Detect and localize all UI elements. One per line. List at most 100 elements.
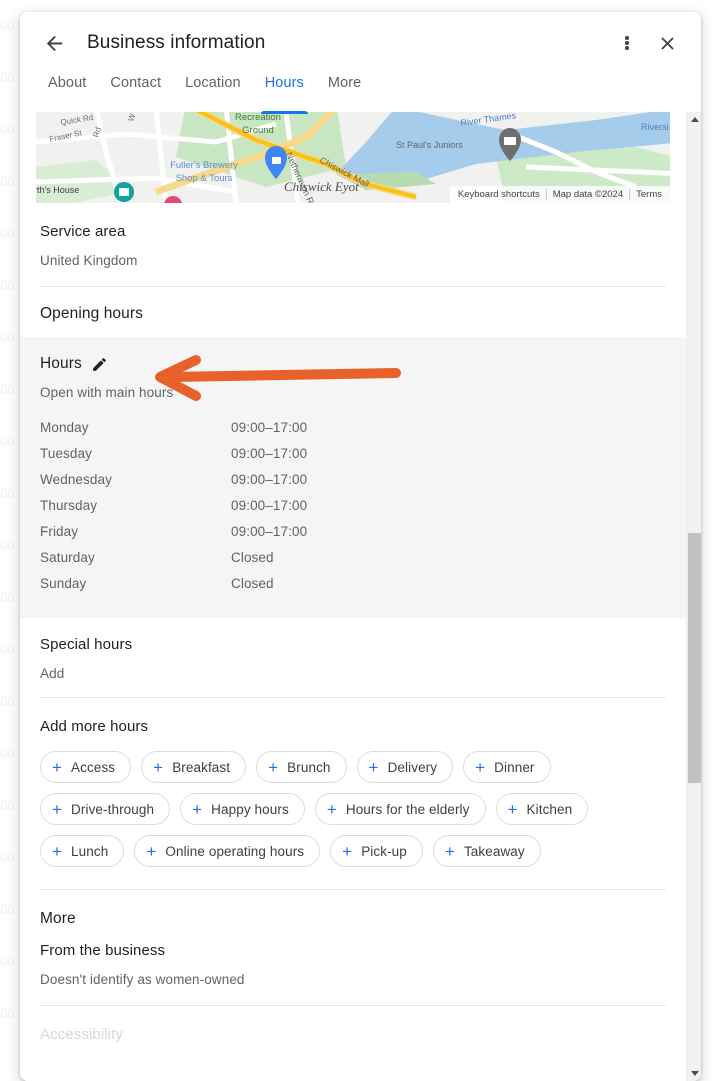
scroll-up-button[interactable]: [687, 112, 701, 127]
opening-hours-heading: Opening hours: [40, 305, 143, 322]
chip-takeaway[interactable]: + Takeaway: [432, 835, 541, 867]
plus-icon: +: [326, 799, 337, 819]
tab-more-label: More: [327, 75, 362, 91]
hours-day: Sunday: [40, 575, 87, 591]
tab-location[interactable]: Location: [173, 74, 253, 112]
back-button[interactable]: [34, 23, 74, 63]
hours-value: 09:00–17:00: [231, 445, 308, 461]
svg-text:Shop & Tours: Shop & Tours: [176, 173, 233, 184]
plus-icon: +: [342, 841, 353, 861]
next-section-clipped: Accessibility: [20, 1006, 686, 1053]
plus-icon: +: [368, 757, 379, 777]
table-row: Sunday Closed: [40, 570, 666, 596]
chip-label: Online operating hours: [165, 843, 305, 859]
chip-kitchen[interactable]: + Kitchen: [495, 793, 589, 825]
dialog-header: Business information: [20, 12, 701, 74]
chip-label: Delivery: [387, 759, 438, 775]
special-hours-section[interactable]: Special hours Add: [20, 618, 686, 697]
chip-dinner[interactable]: + Dinner: [463, 751, 551, 783]
chip-label: Hours for the elderly: [345, 801, 470, 817]
table-row: Saturday Closed: [40, 544, 666, 570]
hours-day: Wednesday: [40, 471, 112, 487]
chip-hours-for-the-elderly[interactable]: + Hours for the elderly: [314, 793, 486, 825]
hours-status: Open with main hours: [40, 385, 174, 400]
table-row: Wednesday 09:00–17:00: [40, 466, 666, 492]
hours-day: Saturday: [40, 549, 95, 565]
add-more-hours-chip-list: + Access + Breakfast + Brunch + Delivery + Di…: [40, 751, 666, 867]
tab-contact[interactable]: Contact: [98, 74, 173, 112]
svg-text:Ground: Ground: [242, 125, 274, 136]
plus-icon: +: [52, 799, 63, 819]
chip-drive-through[interactable]: + Drive-through: [40, 793, 171, 825]
background-page-ghost: 00 00 00 00 00 00 00 00 00 00 00 00 00 00 00 00 00 00 00 00: [0, 18, 15, 1021]
service-area-value: United Kingdom: [40, 253, 138, 268]
hours-value: 09:00–17:00: [231, 497, 308, 513]
location-map[interactable]: Quick Rd Fraser St Rd W Recreation Groun…: [36, 112, 670, 203]
opening-hours-section-header: Opening hours: [20, 287, 686, 337]
table-row: Thursday 09:00–17:00: [40, 492, 666, 518]
add-more-hours-section: Add more hours + Access + Breakfast + Brunc…: [20, 698, 686, 889]
hours-day: Monday: [40, 419, 89, 435]
plus-icon: +: [475, 757, 486, 777]
chip-access[interactable]: + Access: [40, 751, 132, 783]
chip-pick-up[interactable]: + Pick-up: [330, 835, 423, 867]
chip-online-operating-hours[interactable]: + Online operating hours: [134, 835, 321, 867]
vertical-scrollbar[interactable]: [686, 112, 701, 1081]
chip-lunch[interactable]: + Lunch: [40, 835, 125, 867]
svg-text:rth's House: rth's House: [36, 185, 79, 195]
hours-label: Hours: [40, 355, 82, 372]
pencil-icon[interactable]: [91, 356, 108, 373]
chip-happy-hours[interactable]: + Happy hours: [180, 793, 305, 825]
svg-text:St Paul's Juniors: St Paul's Juniors: [396, 140, 463, 150]
hours-day: Friday: [40, 523, 79, 539]
hours-title-row: Hours: [40, 355, 666, 373]
clipped-heading: Accessibility: [40, 1026, 123, 1043]
more-section-header: More: [20, 890, 686, 942]
table-row: Monday 09:00–17:00: [40, 414, 666, 440]
map-data-credit: Map data ©2024: [552, 189, 624, 200]
close-button[interactable]: [647, 23, 687, 63]
more-vert-icon: [625, 35, 629, 52]
chip-label: Drive-through: [71, 801, 155, 817]
map-marker-museum: [114, 182, 134, 202]
plus-icon: +: [52, 757, 63, 777]
plus-icon: +: [192, 799, 203, 819]
scroll-down-button[interactable]: [687, 1066, 701, 1081]
add-more-hours-label: Add more hours: [40, 718, 149, 735]
chip-label: Pick-up: [361, 843, 407, 859]
tab-hours[interactable]: Hours: [253, 74, 316, 114]
special-hours-add-link[interactable]: Add: [40, 666, 666, 681]
special-hours-label: Special hours: [40, 636, 133, 653]
chip-label: Breakfast: [172, 759, 231, 775]
map-attribution: Keyboard shortcuts Map data ©2024 Terms: [449, 186, 670, 203]
hours-value: 09:00–17:00: [231, 471, 308, 487]
chip-label: Kitchen: [526, 801, 573, 817]
chip-delivery[interactable]: + Delivery: [356, 751, 454, 783]
tab-bar: About Contact Location Hours More: [20, 74, 701, 114]
map-terms-link[interactable]: Terms: [630, 189, 668, 200]
chip-label: Takeaway: [463, 843, 525, 859]
map-keyboard-shortcuts[interactable]: Keyboard shortcuts: [452, 189, 546, 200]
from-the-business-section[interactable]: From the business Doesn't identify as wo…: [20, 942, 686, 1005]
plus-icon: +: [444, 841, 455, 861]
tab-about-label: About: [48, 75, 87, 91]
hours-row-highlighted[interactable]: Hours Open with main hours Monday 09:00–…: [20, 337, 686, 618]
dialog-body: Quick Rd Fraser St Rd W Recreation Groun…: [20, 112, 701, 1081]
page-title: Business information: [87, 32, 266, 53]
tab-location-label: Location: [185, 75, 241, 91]
business-information-dialog: Business information About Contact Locat…: [20, 12, 701, 1081]
tab-about[interactable]: About: [36, 74, 98, 112]
chip-breakfast[interactable]: + Breakfast: [141, 751, 247, 783]
from-the-business-value: Doesn't identify as women-owned: [40, 972, 245, 987]
hours-table: Monday 09:00–17:00 Tuesday 09:00–17:00 W…: [40, 414, 666, 596]
table-row: Tuesday 09:00–17:00: [40, 440, 666, 466]
overflow-menu-button[interactable]: [607, 23, 647, 63]
tab-more[interactable]: More: [316, 74, 373, 112]
close-icon: [660, 36, 674, 50]
chip-brunch[interactable]: + Brunch: [256, 751, 347, 783]
hours-day: Tuesday: [40, 445, 92, 461]
scrollbar-thumb[interactable]: [688, 533, 701, 783]
hours-value: 09:00–17:00: [231, 523, 308, 539]
back-arrow-icon: [46, 35, 62, 51]
service-area-section: Service area United Kingdom: [20, 203, 686, 286]
